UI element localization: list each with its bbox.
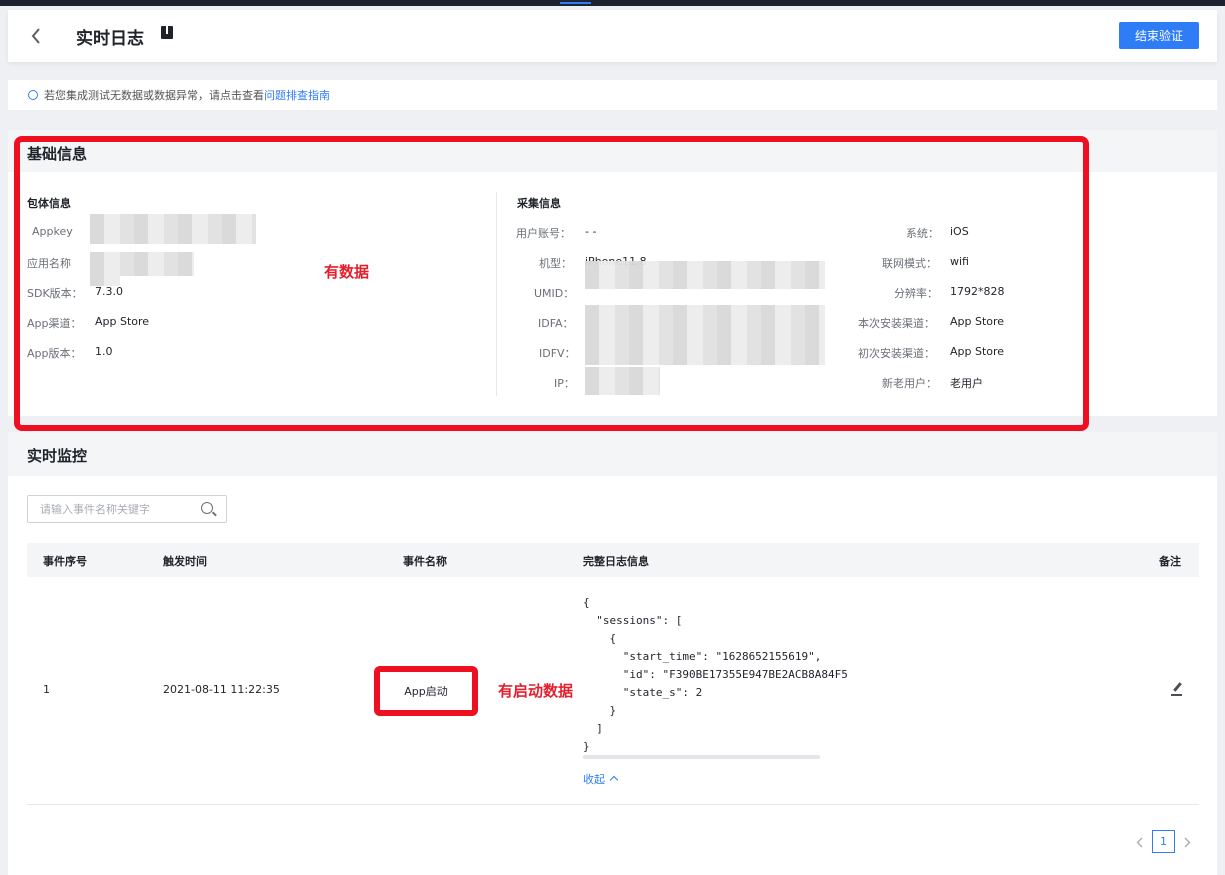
chevron-up-icon (609, 775, 619, 785)
top-nav-bar (0, 0, 1225, 6)
collapse-log-button[interactable]: 收起 (583, 771, 619, 787)
row-index: 1 (43, 683, 50, 696)
realtime-monitor-title: 实时监控 (27, 447, 88, 465)
event-search-input[interactable] (28, 496, 196, 522)
end-verification-button[interactable]: 结束验证 (1119, 22, 1199, 49)
pagination-next[interactable] (1182, 832, 1192, 852)
bookmark-icon[interactable] (161, 26, 173, 39)
page-title: 实时日志 (76, 29, 144, 49)
collapse-label: 收起 (583, 773, 605, 786)
lightbulb-icon (28, 90, 38, 100)
pagination-prev[interactable] (1134, 832, 1144, 852)
col-event-name: 事件名称 (403, 555, 447, 568)
notice-text: 若您集成测试无数据或数据异常，请点击查看 (44, 89, 264, 102)
table-header: 事件序号 触发时间 事件名称 完整日志信息 备注 (27, 543, 1199, 577)
notice-bar: 若您集成测试无数据或数据异常，请点击查看 问题排查指南 (8, 80, 1217, 110)
log-horizontal-scrollbar[interactable] (583, 755, 820, 759)
table-row-divider (27, 804, 1199, 805)
annotation-box-basic-info (14, 136, 1089, 431)
pagination-current-page[interactable]: 1 (1152, 830, 1175, 853)
annotation-has-data: 有数据 (324, 263, 370, 281)
search-icon[interactable] (201, 502, 213, 514)
col-trigger-time: 触发时间 (163, 555, 207, 568)
row-event-name: App启动 (404, 685, 448, 698)
annotation-box-event: App启动 (374, 666, 478, 716)
chevron-left-icon (1136, 837, 1142, 847)
event-search-box (27, 495, 227, 523)
troubleshoot-guide-link[interactable]: 问题排查指南 (264, 87, 330, 103)
chevron-right-icon (1184, 837, 1190, 847)
col-event-index: 事件序号 (43, 555, 87, 568)
row-log-json: { "sessions": [ { "start_time": "1628652… (583, 596, 848, 753)
back-button[interactable] (26, 24, 46, 48)
active-tab-indicator (560, 2, 591, 4)
col-full-log: 完整日志信息 (583, 555, 649, 568)
realtime-monitor-header: 实时监控 (8, 432, 1217, 476)
row-time: 2021-08-11 11:22:35 (163, 683, 280, 696)
annotation-has-start-data: 有启动数据 (498, 682, 574, 700)
page-header: 实时日志 结束验证 (8, 10, 1217, 62)
edit-remark-icon[interactable] (1171, 682, 1183, 696)
col-remark: 备注 (1159, 555, 1181, 568)
chevron-left-icon (31, 28, 40, 44)
